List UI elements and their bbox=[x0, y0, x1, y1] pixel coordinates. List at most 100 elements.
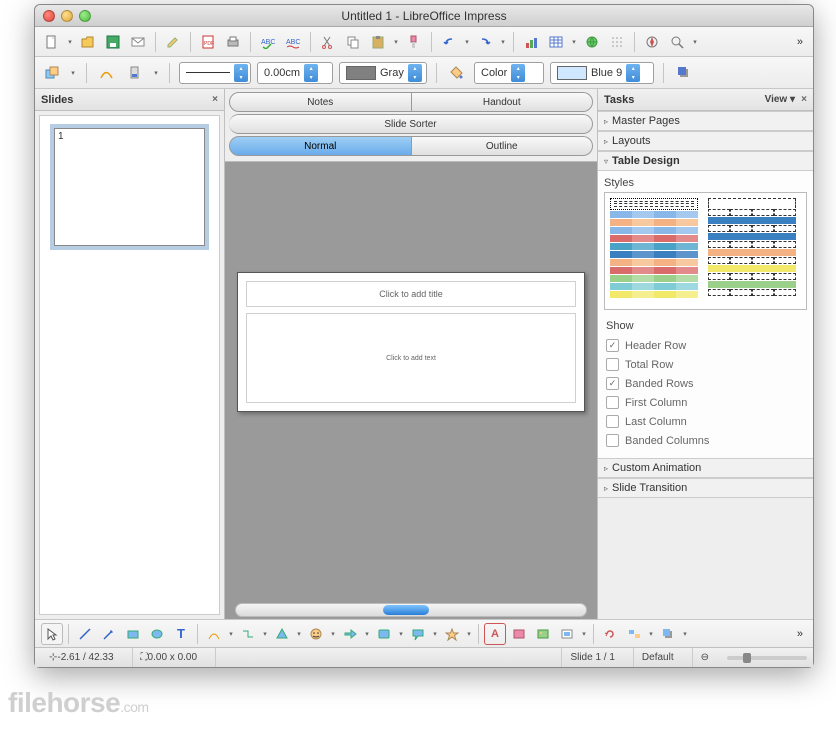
basic-shapes-icon[interactable] bbox=[271, 623, 293, 645]
checkbox-last-column[interactable]: Last Column bbox=[606, 412, 805, 431]
drawbar-overflow-icon[interactable]: » bbox=[793, 628, 807, 640]
slide-title-placeholder[interactable]: Click to add title bbox=[246, 281, 576, 307]
print-icon[interactable] bbox=[222, 31, 244, 53]
paste-icon[interactable] bbox=[367, 31, 389, 53]
window-title: Untitled 1 - LibreOffice Impress bbox=[35, 9, 813, 23]
zoom-slider[interactable] bbox=[727, 656, 807, 660]
zoom-icon[interactable] bbox=[666, 31, 688, 53]
hyperlink-icon[interactable] bbox=[581, 31, 603, 53]
flowchart-icon[interactable] bbox=[373, 623, 395, 645]
export-pdf-icon[interactable]: PDF bbox=[197, 31, 219, 53]
callouts-icon[interactable] bbox=[407, 623, 429, 645]
open-icon[interactable] bbox=[77, 31, 99, 53]
new-doc-dropdown[interactable]: ▾ bbox=[66, 31, 74, 53]
table-icon[interactable] bbox=[545, 31, 567, 53]
curve-tool-icon[interactable] bbox=[203, 623, 225, 645]
tab-notes[interactable]: Notes bbox=[229, 92, 412, 112]
checkbox-box[interactable] bbox=[606, 358, 619, 371]
line-width-field[interactable]: 0.00cm▴▾ bbox=[257, 62, 333, 84]
position-icon[interactable] bbox=[657, 623, 679, 645]
section-custom-animation[interactable]: ▹Custom Animation bbox=[598, 458, 813, 478]
checkbox-box[interactable]: ✓ bbox=[606, 339, 619, 352]
fontwork-text-icon[interactable]: A bbox=[484, 623, 506, 645]
chart-icon[interactable] bbox=[520, 31, 542, 53]
text-tool-icon[interactable]: T bbox=[170, 623, 192, 645]
tasks-view-menu[interactable]: View ▾ bbox=[765, 94, 795, 105]
line-color-combo[interactable]: Gray▴▾ bbox=[339, 62, 427, 84]
glue-icon[interactable] bbox=[124, 62, 146, 84]
close-icon[interactable]: × bbox=[212, 94, 218, 105]
edit-icon[interactable] bbox=[162, 31, 184, 53]
checkbox-label: Banded Rows bbox=[625, 378, 694, 390]
zoom-dropdown[interactable]: ▾ bbox=[691, 31, 699, 53]
line-style-combo[interactable]: ▴▾ bbox=[179, 62, 251, 84]
checkbox-box[interactable] bbox=[606, 434, 619, 447]
undo-icon[interactable] bbox=[438, 31, 460, 53]
slides-panel-title: Slides bbox=[41, 94, 73, 106]
email-icon[interactable] bbox=[127, 31, 149, 53]
checkbox-banded-columns[interactable]: Banded Columns bbox=[606, 431, 805, 450]
fill-color-combo[interactable]: Blue 9▴▾ bbox=[550, 62, 654, 84]
arrow-tool-icon[interactable] bbox=[98, 623, 120, 645]
checkbox-box[interactable] bbox=[606, 415, 619, 428]
zoom-out-icon[interactable]: ⊖ bbox=[692, 648, 717, 667]
select-tool-icon[interactable] bbox=[41, 623, 63, 645]
checkbox-first-column[interactable]: First Column bbox=[606, 393, 805, 412]
new-doc-icon[interactable] bbox=[41, 31, 63, 53]
section-table-design[interactable]: ▿Table Design bbox=[598, 151, 813, 171]
shadow-icon[interactable] bbox=[673, 62, 695, 84]
align-icon[interactable] bbox=[623, 623, 645, 645]
rotate-icon[interactable] bbox=[599, 623, 621, 645]
section-layouts[interactable]: ▹Layouts bbox=[598, 131, 813, 151]
arrange-icon[interactable] bbox=[41, 62, 63, 84]
tasks-panel-title: Tasks bbox=[604, 94, 634, 106]
section-master-pages[interactable]: ▹Master Pages bbox=[598, 111, 813, 131]
paste-dropdown[interactable]: ▾ bbox=[392, 31, 400, 53]
fill-type-combo[interactable]: Color▴▾ bbox=[474, 62, 544, 84]
from-file-icon[interactable] bbox=[532, 623, 554, 645]
table-style-2[interactable] bbox=[708, 198, 796, 304]
navigator-icon[interactable] bbox=[641, 31, 663, 53]
grid-icon[interactable] bbox=[606, 31, 628, 53]
redo-icon[interactable] bbox=[474, 31, 496, 53]
tab-slide-sorter[interactable]: Slide Sorter bbox=[229, 114, 593, 134]
redo-dropdown[interactable]: ▾ bbox=[499, 31, 507, 53]
table-styles-gallery[interactable] bbox=[604, 192, 807, 310]
slide-canvas[interactable]: Click to add title Click to add text bbox=[237, 272, 585, 412]
checkbox-banded-rows[interactable]: ✓ Banded Rows bbox=[606, 374, 805, 393]
save-icon[interactable] bbox=[102, 31, 124, 53]
checkbox-total-row[interactable]: Total Row bbox=[606, 355, 805, 374]
fontwork-gallery-icon[interactable] bbox=[508, 623, 530, 645]
close-icon[interactable]: × bbox=[801, 94, 807, 105]
symbol-shapes-icon[interactable] bbox=[305, 623, 327, 645]
table-dropdown[interactable]: ▾ bbox=[570, 31, 578, 53]
block-arrows-icon[interactable] bbox=[339, 623, 361, 645]
gallery-icon[interactable] bbox=[556, 623, 578, 645]
connector-tool-icon[interactable] bbox=[237, 623, 259, 645]
cut-icon[interactable] bbox=[317, 31, 339, 53]
autospellcheck-icon[interactable]: ABC bbox=[282, 31, 304, 53]
checkbox-box[interactable] bbox=[606, 396, 619, 409]
stars-icon[interactable] bbox=[441, 623, 463, 645]
horizontal-scrollbar[interactable] bbox=[235, 603, 587, 617]
table-style-1[interactable] bbox=[610, 198, 698, 304]
checkbox-header-row[interactable]: ✓Header Row bbox=[606, 336, 805, 355]
slide-canvas-area[interactable]: Click to add title Click to add text bbox=[225, 162, 597, 619]
tab-normal[interactable]: Normal bbox=[229, 136, 412, 156]
toolbar-overflow-icon[interactable]: » bbox=[793, 36, 807, 48]
undo-dropdown[interactable]: ▾ bbox=[463, 31, 471, 53]
slide-text-placeholder[interactable]: Click to add text bbox=[246, 313, 576, 403]
ellipse-tool-icon[interactable] bbox=[146, 623, 168, 645]
tab-handout[interactable]: Handout bbox=[412, 92, 594, 112]
format-paintbrush-icon[interactable] bbox=[403, 31, 425, 53]
slide-thumbnail[interactable]: 1 bbox=[50, 124, 209, 250]
copy-icon[interactable] bbox=[342, 31, 364, 53]
area-fill-icon[interactable] bbox=[446, 62, 468, 84]
rectangle-tool-icon[interactable] bbox=[122, 623, 144, 645]
spellcheck-icon[interactable]: ABC bbox=[257, 31, 279, 53]
bezier-icon[interactable] bbox=[96, 62, 118, 84]
line-tool-icon[interactable] bbox=[74, 623, 96, 645]
section-slide-transition[interactable]: ▹Slide Transition bbox=[598, 478, 813, 498]
tab-outline[interactable]: Outline bbox=[412, 136, 594, 156]
checkbox-box[interactable]: ✓ bbox=[606, 377, 619, 390]
